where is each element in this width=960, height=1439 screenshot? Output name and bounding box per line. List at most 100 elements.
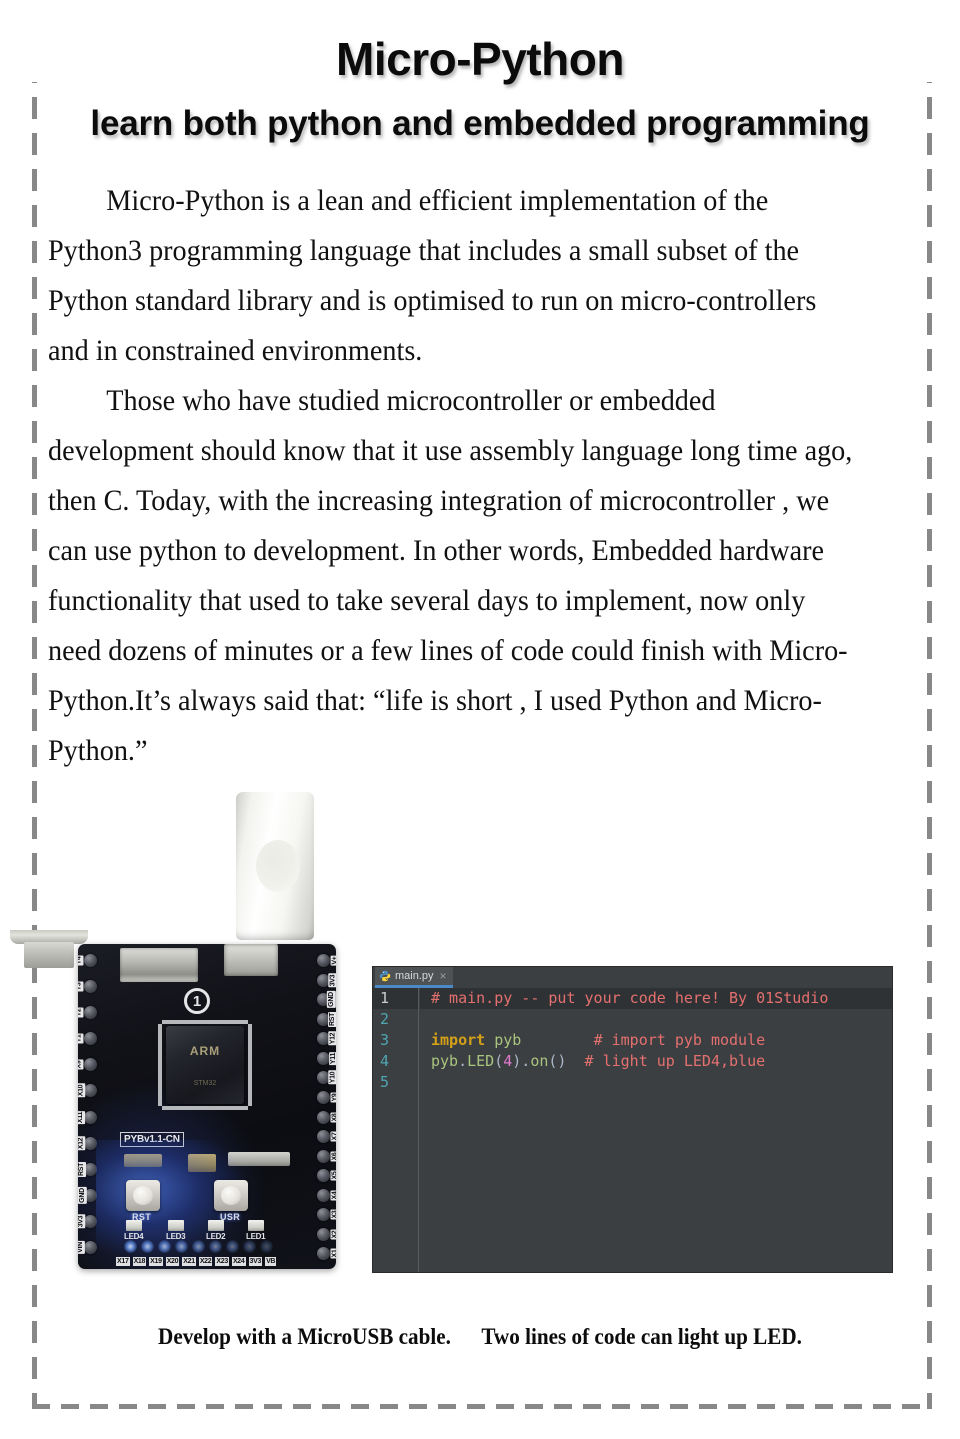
- pin-label: Y1: [78, 1033, 84, 1044]
- code-token-plain: (): [548, 1052, 585, 1070]
- poster-page: Micro-Python learn both python and embed…: [0, 0, 960, 1439]
- python-file-icon: [379, 970, 391, 982]
- pin-label-bottom: VB: [265, 1257, 277, 1266]
- led-glow-spot: [124, 1240, 137, 1253]
- pin-label-bottom: X17: [116, 1257, 130, 1266]
- board-pin: [317, 1052, 330, 1065]
- pin-label: Y2: [78, 1007, 84, 1018]
- pin-label: Y11: [328, 1051, 336, 1066]
- pin-label-bottom: 3V3: [248, 1257, 263, 1266]
- board-pin: [84, 1241, 97, 1254]
- code-token-name: on: [530, 1052, 549, 1070]
- code-token-name: LED: [467, 1052, 495, 1070]
- pin-label: X10: [78, 1083, 86, 1098]
- pin-label: X2: [330, 1229, 336, 1240]
- board-pin: [317, 1130, 330, 1143]
- pyboard-photo: Y4 Y3 Y2 Y1 X9 X10 X11 X12 RST GND 3V3 VIN V+ 3V3 GND…: [10, 792, 360, 1272]
- led-glow-spot: [158, 1240, 171, 1253]
- tab-main-py[interactable]: main.py ×: [375, 967, 453, 988]
- close-icon[interactable]: ×: [438, 970, 447, 982]
- code-token-comment: # main.py -- put your code here! By 01St…: [431, 989, 829, 1007]
- pin-label: Y10: [328, 1070, 336, 1085]
- line-number: 4: [380, 1052, 390, 1070]
- board-pin: [317, 954, 330, 967]
- sd-card-slot: [120, 948, 198, 982]
- pin-label: X12: [78, 1136, 86, 1151]
- figure-caption: Develop with a MicroUSB cable. Two lines…: [38, 1324, 921, 1350]
- frame-border-left: [32, 61, 37, 1409]
- mcu-chip: ARM STM32: [166, 1026, 244, 1104]
- code-line[interactable]: # main.py -- put your code here! By 01St…: [420, 988, 892, 1009]
- pin-label: 3V3: [328, 973, 336, 988]
- pin-label: X5: [330, 1170, 336, 1181]
- board-pin: [84, 1058, 97, 1071]
- pin-label: X9: [78, 1059, 84, 1070]
- led-glow-spot: [192, 1240, 205, 1253]
- usb-cable-connector: [236, 792, 314, 940]
- pin-labels-bottom: X17 X18 X19 X20 X21 X22 X23 X24 3V3 VB: [116, 1257, 277, 1266]
- tab-filename: main.py: [395, 970, 434, 982]
- board-silkscreen-label: PYBv1.1-CN: [120, 1132, 184, 1147]
- board-pin: [317, 1228, 330, 1241]
- code-line[interactable]: [420, 1009, 892, 1030]
- user-button[interactable]: [214, 1180, 248, 1211]
- usb-connector-metal: [24, 942, 74, 968]
- board-pin: [84, 1215, 97, 1228]
- pin-label: X3: [330, 1209, 336, 1220]
- pin-label: VIN: [78, 1241, 85, 1254]
- pin-label: X1: [330, 1248, 336, 1259]
- pin-label-bottom: X18: [132, 1257, 147, 1266]
- pin-label-bottom: X23: [215, 1257, 229, 1266]
- frame-border-right: [927, 61, 932, 1409]
- pin-label-bottom: X22: [198, 1257, 213, 1266]
- code-token-plain: ).: [512, 1052, 531, 1070]
- led-glow-spot: [226, 1240, 239, 1253]
- pin-label: V+: [330, 955, 336, 966]
- led-glow-spot: [209, 1240, 222, 1253]
- editor-gutter: 12 3 4 5: [373, 988, 419, 1272]
- editor-code-area[interactable]: 12 3 4 5 # main.py -- put your code here! B…: [373, 988, 892, 1272]
- code-editor[interactable]: main.py × 12 3 4 5 # main.py -- put your co…: [372, 966, 893, 1273]
- board-pin: [84, 1137, 97, 1150]
- body-copy: Micro-Python is a lean and efficient imp…: [48, 176, 864, 776]
- paragraph-1: Micro-Python is a lean and efficient imp…: [48, 184, 817, 367]
- board-pin: [84, 954, 97, 967]
- caption-left: Develop with a MicroUSB cable.: [158, 1324, 451, 1349]
- pin-label: X11: [78, 1110, 86, 1125]
- pin-header-left: Y4 Y3 Y2 Y1 X9 X10 X11 X12 RST GND 3V3 VIN: [78, 950, 120, 1263]
- code-line[interactable]: [420, 1072, 892, 1093]
- page-title-text: Micro-Python: [310, 36, 650, 82]
- line-number: 5: [380, 1073, 390, 1091]
- crystal-oscillator-1: [124, 1154, 162, 1167]
- pin-header-right: V+ 3V3 GND RST Y12 Y11 Y10 Y9 X8 X7 X6 X5 X4 X3 X2 X1: [294, 950, 336, 1263]
- pin-label: Y12: [328, 1031, 336, 1046]
- caption-right: Two lines of code can light up LED.: [481, 1324, 802, 1349]
- code-line[interactable]: pyb.LED(4).on() # light up LED4,blue: [420, 1051, 892, 1072]
- board-pin: [84, 1006, 97, 1019]
- code-line[interactable]: import pyb # import pyb module: [420, 1030, 892, 1051]
- page-title: Micro-Python: [0, 36, 960, 82]
- pyboard-pcb: Y4 Y3 Y2 Y1 X9 X10 X11 X12 RST GND 3V3 VIN V+ 3V3 GND…: [78, 944, 336, 1269]
- board-pin: [317, 1111, 330, 1124]
- code-token-name: pyb: [431, 1052, 459, 1070]
- pin-label: X4: [330, 1190, 336, 1201]
- crystal-oscillator-2: [188, 1154, 216, 1172]
- board-pin: [84, 1084, 97, 1097]
- line-number: 2: [380, 1010, 390, 1028]
- pin-label: GND: [327, 991, 336, 1008]
- mcu-marking-text: ARM: [189, 1044, 221, 1058]
- led-glow-spot: [243, 1240, 256, 1253]
- editor-code-lines[interactable]: # main.py -- put your code here! By 01St…: [420, 988, 892, 1272]
- led-glow-spot: [175, 1240, 188, 1253]
- led-1: [248, 1220, 264, 1231]
- pin-label-bottom: X20: [165, 1257, 180, 1266]
- led-3: [168, 1220, 184, 1231]
- pin-label-bottom: X21: [182, 1257, 196, 1266]
- pin-label: 3V3: [78, 1214, 86, 1229]
- board-pin: [84, 980, 97, 993]
- mcu-legs-top: [162, 1020, 248, 1024]
- board-pin: [317, 1150, 330, 1163]
- reset-button[interactable]: [126, 1180, 160, 1211]
- pin-label: X7: [330, 1131, 336, 1142]
